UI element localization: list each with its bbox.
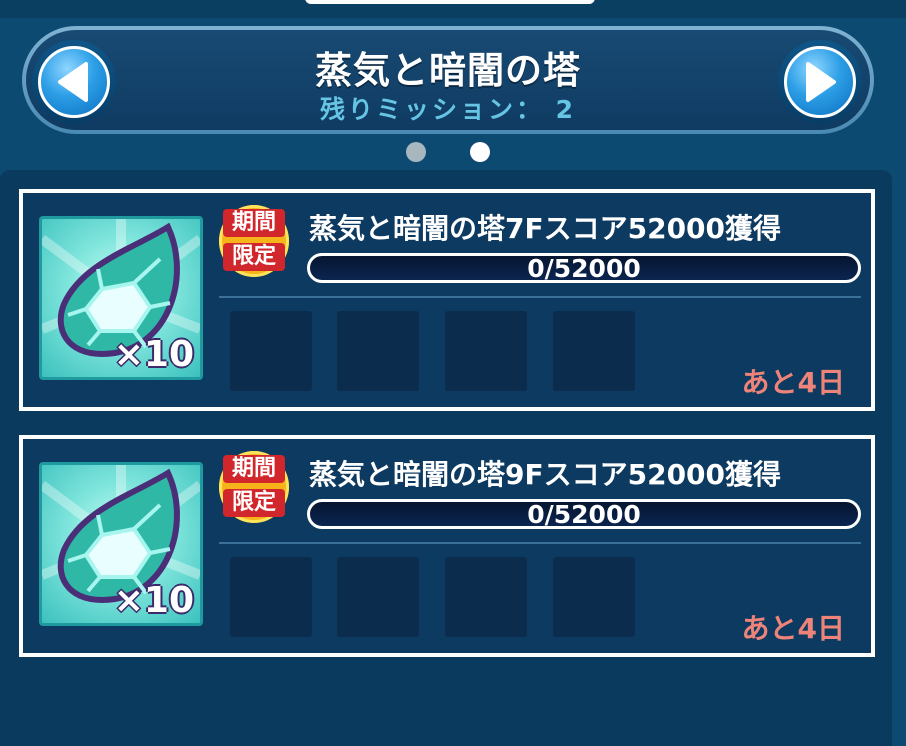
header-inner: 蒸気と暗闇の塔 残りミッション： 2: [26, 30, 870, 130]
progress-bar: 0/52000: [307, 253, 861, 283]
reward-count: ×10: [113, 580, 194, 621]
mission-card[interactable]: ×10 期間 限定 蒸気と暗闇の塔9Fスコア52000獲得 0/52000 あと…: [19, 435, 875, 657]
empty-slot: [553, 557, 635, 637]
empty-slot: [337, 557, 419, 637]
limited-time-badge: 期間 限定: [219, 451, 289, 523]
mission-description: 蒸気と暗闇の塔7Fスコア52000獲得: [309, 212, 782, 245]
next-page-button[interactable]: [778, 40, 862, 124]
reward-count: ×10: [113, 334, 194, 375]
reward-item: ×10: [39, 462, 203, 626]
top-strip: [0, 0, 906, 18]
empty-slot: [445, 311, 527, 391]
page-title: 蒸気と暗闇の塔: [315, 49, 581, 92]
empty-slot: [337, 311, 419, 391]
page-dot-1[interactable]: [406, 142, 426, 162]
badge-line-1: 期間: [223, 455, 285, 483]
progress-bar: 0/52000: [307, 499, 861, 529]
badge-line-1: 期間: [223, 209, 285, 237]
empty-slot: [230, 311, 312, 391]
divider: [219, 542, 861, 544]
badge-line-2: 限定: [223, 243, 285, 271]
empty-slot: [553, 311, 635, 391]
progress-text: 0/52000: [527, 254, 641, 283]
reward-item: ×10: [39, 216, 203, 380]
divider: [219, 296, 861, 298]
empty-slot: [230, 557, 312, 637]
remaining-missions-label: 残りミッション： 2: [319, 95, 577, 124]
page-indicator: [0, 142, 906, 164]
limited-time-badge: 期間 限定: [219, 205, 289, 277]
badge-line-2: 限定: [223, 489, 285, 517]
header-bar: 蒸気と暗闇の塔 残りミッション： 2: [22, 26, 874, 134]
progress-text: 0/52000: [527, 500, 641, 529]
page-dot-2[interactable]: [470, 142, 490, 162]
left-triangle-icon: [38, 46, 110, 118]
time-remaining: あと4日: [741, 612, 845, 645]
mission-description: 蒸気と暗闇の塔9Fスコア52000獲得: [309, 458, 782, 491]
mission-card[interactable]: ×10 期間 限定 蒸気と暗闇の塔7Fスコア52000獲得 0/52000 あと…: [19, 189, 875, 411]
time-remaining: あと4日: [741, 366, 845, 399]
right-triangle-icon: [784, 46, 856, 118]
prev-page-button[interactable]: [32, 40, 116, 124]
empty-slot: [445, 557, 527, 637]
top-tab-edge: [305, 0, 595, 4]
